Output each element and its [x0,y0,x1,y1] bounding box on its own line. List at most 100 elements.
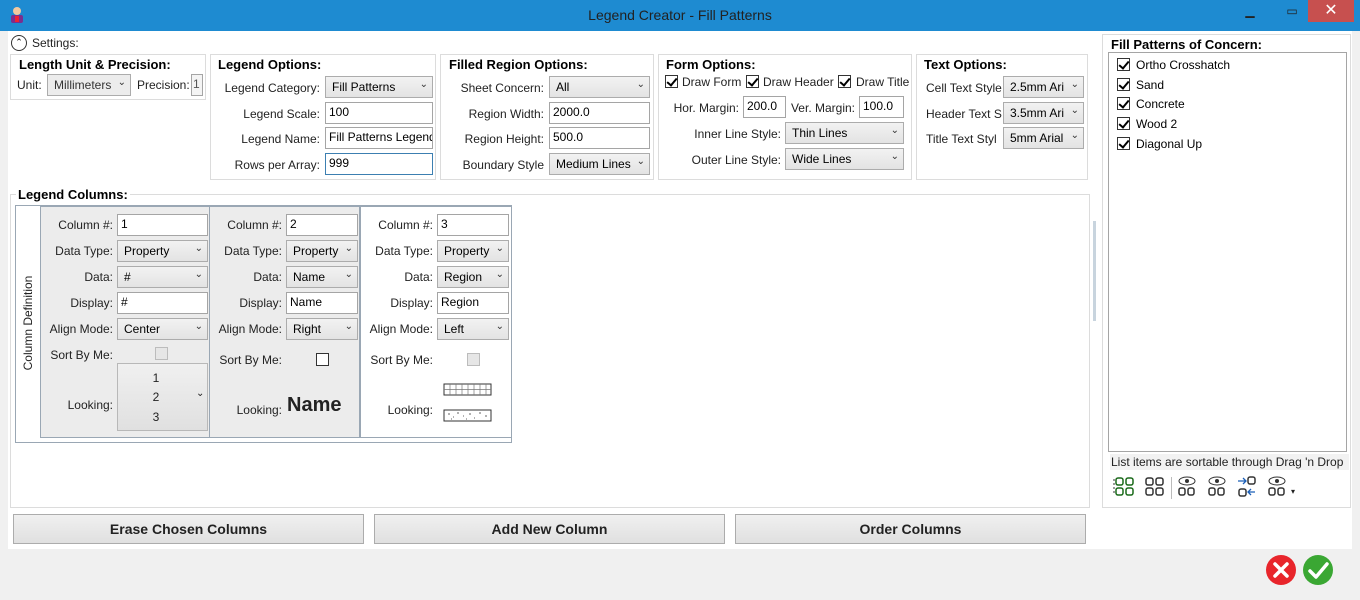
pattern-checkbox[interactable] [1117,78,1130,91]
pattern-checkbox[interactable] [1117,137,1130,150]
data-type-select[interactable]: Property ⌄ [117,240,208,262]
splitter-handle[interactable] [1093,221,1096,321]
title-text-style-label: Title Text Styl [926,132,997,146]
outer-line-style-select[interactable]: Wide Lines ⌄ [785,148,904,170]
ok-check-icon[interactable] [1302,554,1334,586]
looking-label: Looking: [387,403,433,417]
pattern-checkbox[interactable] [1117,97,1130,110]
data-type-select[interactable]: Property ⌄ [286,240,358,262]
column-card-3: Column #: 3 Data Type: Property ⌄ Data: R… [360,206,512,438]
footer-bar [8,549,1352,592]
boundary-style-select[interactable]: Medium Lines ⌄ [549,153,650,175]
sheet-concern-select[interactable]: All ⌄ [549,76,650,98]
data-type-select[interactable]: Property ⌄ [437,240,509,262]
column-card-1: Column #: 1 Data Type: Property ⌄ Data: #… [40,206,210,438]
uncheck-all-icon[interactable] [1143,475,1167,499]
chevron-down-icon: ⌄ [196,388,205,399]
chevron-down-icon: ⌄ [890,125,899,136]
region-pattern-preview-icon [443,383,492,422]
column-number-input[interactable]: 3 [437,214,509,236]
data-label: Data: [404,270,433,284]
title-bar: Legend Creator - Fill Patterns ▁ ▭ ✕ [0,0,1360,31]
align-mode-select[interactable]: Right ⌄ [286,318,358,340]
order-columns-button[interactable]: Order Columns [735,514,1086,544]
unit-select[interactable]: Millimeters ⌄ [47,74,131,96]
maximize-button[interactable]: ▭ [1280,0,1304,22]
toolbar-separator [1171,477,1172,499]
collapse-settings-icon[interactable]: ⌃ [11,35,27,51]
data-select[interactable]: # ⌄ [117,266,208,288]
precision-input[interactable]: 1 [191,74,203,96]
preview-line: 1 [152,371,160,385]
header-text-style-select[interactable]: 3.5mm Ari ⌄ [1003,102,1084,124]
column-card-2: Column #: 2 Data Type: Property ⌄ Data: N… [209,206,360,438]
columns-panel: Column Definition Column #: 1 Data Type:… [15,205,512,443]
erase-columns-button[interactable]: Erase Chosen Columns [13,514,364,544]
column-number-input[interactable]: 2 [286,214,358,236]
sort-by-me-checkbox[interactable] [467,353,480,366]
display-input[interactable]: Region [437,292,509,314]
data-select[interactable]: Name ⌄ [286,266,358,288]
legend-category-select[interactable]: Fill Patterns ⌄ [325,76,433,98]
align-mode-select[interactable]: Center ⌄ [117,318,208,340]
draw-title-checkbox[interactable] [838,75,851,88]
settings-label: Settings: [32,36,79,50]
draw-form-checkbox[interactable] [665,75,678,88]
cancel-icon[interactable] [1265,554,1297,586]
rows-per-array-label: Rows per Array: [234,158,320,172]
fill-patterns-group: Fill Patterns of Concern: Ortho Crosshat… [1102,34,1351,508]
display-label: Display: [390,296,433,310]
app-user-icon [11,7,23,23]
check-all-icon[interactable] [1113,475,1137,499]
draw-title-label: Draw Title [856,75,910,89]
sort-by-me-label: Sort By Me: [370,353,433,367]
minimize-button[interactable]: ▁ [1238,0,1262,22]
data-type-label: Data Type: [375,244,433,258]
ver-margin-label: Ver. Margin: [790,101,855,115]
view-unchecked-icon[interactable] [1265,475,1289,499]
ver-margin-input[interactable]: 100.0 [859,96,904,118]
preview-line: 3 [152,410,160,424]
display-input[interactable]: # [117,292,208,314]
legend-scale-input[interactable]: 100 [325,102,433,124]
boundary-style-label: Boundary Style [462,158,544,172]
pattern-checkbox[interactable] [1117,58,1130,71]
legend-name-input[interactable]: Fill Patterns Legend [325,127,433,149]
form-options-title: Form Options: [664,57,758,72]
region-height-input[interactable]: 500.0 [549,127,650,149]
toolbar-overflow-icon[interactable]: ▾ [1291,487,1295,496]
fill-patterns-title: Fill Patterns of Concern: [1109,37,1264,52]
inner-line-style-select[interactable]: Thin Lines ⌄ [785,122,904,144]
display-input[interactable]: Name [286,292,358,314]
pattern-checkbox[interactable] [1117,117,1130,130]
align-mode-label: Align Mode: [218,322,282,336]
fill-patterns-list: Ortho Crosshatch Sand Concrete Wood 2 Di… [1108,52,1347,452]
header-text-style-label: Header Text S [926,107,1002,121]
sort-by-me-checkbox[interactable] [155,347,168,360]
sort-by-me-checkbox[interactable] [316,353,329,366]
region-width-input[interactable]: 2000.0 [549,102,650,124]
align-mode-select[interactable]: Left ⌄ [437,318,509,340]
close-window-button[interactable]: ✕ [1308,0,1354,22]
draw-header-checkbox[interactable] [746,75,759,88]
looking-preview-select[interactable]: 1 2 3 ⌄ [117,363,208,431]
chevron-down-icon: ⌄ [495,243,504,254]
add-column-button[interactable]: Add New Column [374,514,725,544]
swap-order-icon[interactable] [1235,475,1259,499]
filled-region-group: Filled Region Options: Sheet Concern: Al… [440,54,654,180]
view-checked-icon[interactable] [1175,475,1199,499]
legend-options-group: Legend Options: Legend Category: Fill Pa… [210,54,436,180]
looking-preview-text: Name [287,394,342,416]
data-select[interactable]: Region ⌄ [437,266,509,288]
chevron-down-icon: ⌄ [344,321,353,332]
precision-label: Precision: [137,78,190,92]
chevron-down-icon: ⌄ [419,79,428,90]
window-client: ⌃ Settings: Length Unit & Precision: Uni… [8,31,1352,592]
rows-per-array-input[interactable]: 999 [325,153,433,175]
column-number-input[interactable]: 1 [117,214,208,236]
cell-text-style-select[interactable]: 2.5mm Ari ⌄ [1003,76,1084,98]
view-all-icon[interactable] [1205,475,1229,499]
hor-margin-input[interactable]: 200.0 [743,96,786,118]
title-text-style-select[interactable]: 5mm Arial ⌄ [1003,127,1084,149]
legend-category-label: Legend Category: [224,81,320,95]
